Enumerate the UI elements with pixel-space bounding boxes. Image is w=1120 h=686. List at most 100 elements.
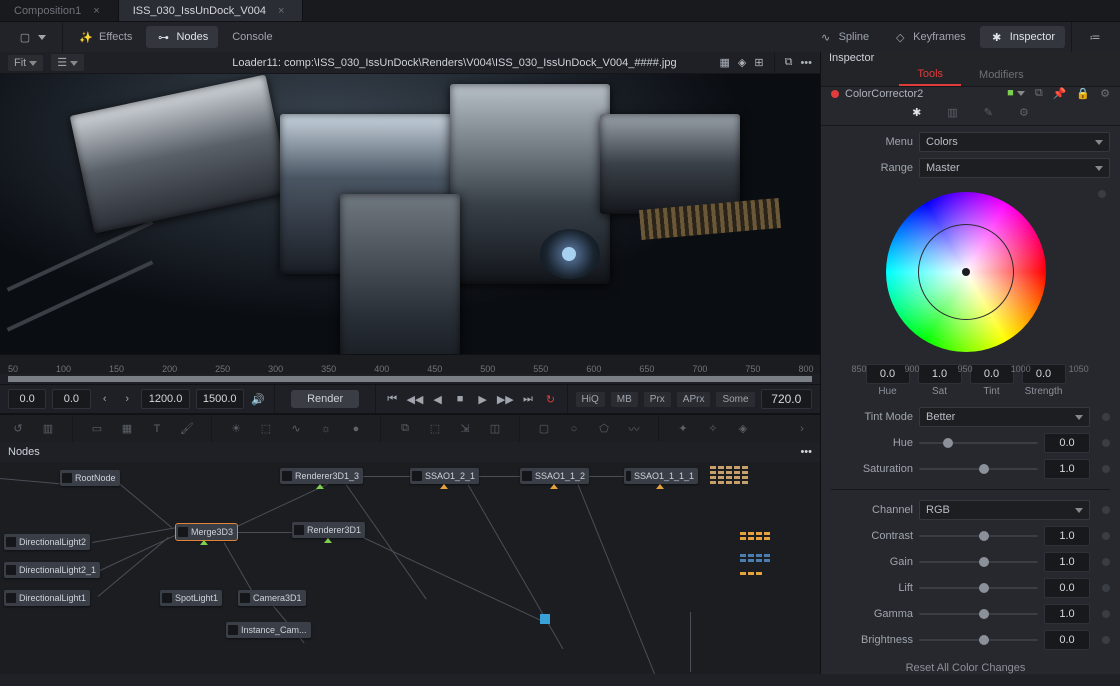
tint-value-field[interactable]: 0.0 xyxy=(970,364,1014,384)
settings-icon[interactable]: ⚙ xyxy=(1100,87,1110,100)
tool-ellipse-icon[interactable]: ○ xyxy=(566,421,582,437)
keyframe-dot[interactable] xyxy=(1102,439,1110,447)
reset-color-button[interactable]: Reset All Color Changes xyxy=(821,656,1110,680)
tintmode-select[interactable]: Better xyxy=(919,407,1090,427)
step-back-button[interactable]: ◀ xyxy=(429,389,445,409)
prev-frame-button[interactable]: ‹ xyxy=(97,389,113,409)
hue-slider[interactable] xyxy=(919,442,1038,444)
tool-loader-icon[interactable]: ↺ xyxy=(10,421,26,437)
keyframe-dot[interactable] xyxy=(1102,465,1110,473)
console-button[interactable]: Console xyxy=(222,27,282,47)
go-start-button[interactable]: ⏮ xyxy=(384,389,400,409)
gamma-field[interactable]: 1.0 xyxy=(1044,604,1090,624)
range-end-field[interactable]: 1500.0 xyxy=(196,389,244,409)
inspector-button[interactable]: ✱ Inspector xyxy=(980,26,1065,48)
fast-forward-button[interactable]: ▶▶ xyxy=(497,389,514,409)
range-select[interactable]: Master xyxy=(919,158,1110,178)
node-merge3d3[interactable]: Merge3D3 xyxy=(176,524,237,540)
sat-value-field[interactable]: 1.0 xyxy=(918,364,962,384)
current-frame[interactable]: 720.0 xyxy=(761,389,812,409)
keyframe-dot[interactable] xyxy=(1102,413,1110,421)
tool-paint-icon[interactable]: 🖌 xyxy=(179,421,195,437)
node-more-button[interactable]: › xyxy=(794,421,810,437)
node-spotlight1[interactable]: SpotLight1 xyxy=(160,590,222,606)
mode-curves-icon[interactable]: ✎ xyxy=(984,106,993,119)
tool-transform-icon[interactable]: ⬚ xyxy=(427,421,443,437)
viewer-more[interactable]: ••• xyxy=(800,57,812,69)
go-end-button[interactable]: ⏭ xyxy=(520,389,536,409)
mode-options-icon[interactable]: ⚙ xyxy=(1019,106,1029,119)
stop-button[interactable]: ■ xyxy=(452,389,468,409)
viewer-single[interactable]: ⧉ xyxy=(785,56,793,69)
tool-blur-icon[interactable]: ● xyxy=(348,421,364,437)
node-directionallight1[interactable]: DirectionalLight1 xyxy=(4,590,90,606)
tool-3d-icon[interactable]: ◈ xyxy=(735,421,751,437)
loop-button[interactable]: ↻ xyxy=(542,389,558,409)
tool-rect-icon[interactable]: ▢ xyxy=(536,421,552,437)
tool-merge-icon[interactable]: ⧉ xyxy=(397,421,413,437)
close-icon[interactable]: × xyxy=(278,5,284,17)
mb-toggle[interactable]: MB xyxy=(611,392,638,407)
keyframe-dot[interactable] xyxy=(1102,532,1110,540)
tool-bg-icon[interactable]: ▭ xyxy=(89,421,105,437)
tool-colorcurve-icon[interactable]: ∿ xyxy=(288,421,304,437)
menu-select[interactable]: Colors xyxy=(919,132,1110,152)
saturation-field[interactable]: 1.0 xyxy=(1044,459,1090,479)
node-camera3d1[interactable]: Camera3D1 xyxy=(238,590,306,606)
tool-saver-icon[interactable]: ▥ xyxy=(40,421,56,437)
lock-icon[interactable]: 🔒 xyxy=(1076,87,1090,100)
node-directionallight2[interactable]: DirectionalLight2 xyxy=(4,534,90,550)
audio-toggle[interactable]: 🔊 xyxy=(250,389,266,409)
gain-slider[interactable] xyxy=(919,561,1038,563)
keyframes-button[interactable]: ◇ Keyframes xyxy=(883,26,976,48)
enable-toggle-icon[interactable]: ■ xyxy=(1007,87,1025,100)
hue-field[interactable]: 0.0 xyxy=(1044,433,1090,453)
hue-value-field[interactable]: 0.0 xyxy=(866,364,910,384)
tab-modifiers[interactable]: Modifiers xyxy=(961,65,1042,85)
pin-icon[interactable]: 📌 xyxy=(1053,87,1067,100)
some-toggle[interactable]: Some xyxy=(716,392,754,407)
loop-in-field[interactable]: 0.0 xyxy=(52,389,90,409)
tool-matte-icon[interactable]: ◫ xyxy=(487,421,503,437)
node-ssao1-1-1-1[interactable]: SSAO1_1_1_1 xyxy=(624,468,698,484)
play-button[interactable]: ▶ xyxy=(474,389,490,409)
gain-field[interactable]: 1.0 xyxy=(1044,552,1090,572)
tool-poly-icon[interactable]: ⬠ xyxy=(596,421,612,437)
aprx-toggle[interactable]: APrx xyxy=(677,392,711,407)
tool-channel-icon[interactable]: ⬚ xyxy=(258,421,274,437)
tool-text-icon[interactable]: T xyxy=(149,421,165,437)
tab-tools[interactable]: Tools xyxy=(899,64,961,86)
nodes-button[interactable]: ⊶ Nodes xyxy=(146,26,218,48)
saturation-slider[interactable] xyxy=(919,468,1038,470)
tool-brightness-icon[interactable]: ☀ xyxy=(228,421,244,437)
node-graph[interactable]: RootNode DirectionalLight2 DirectionalLi… xyxy=(0,462,820,674)
options-button[interactable]: ≔ xyxy=(1078,26,1112,48)
view-menu-button[interactable]: ☰ xyxy=(51,54,84,71)
viewer-opt-b[interactable]: ◈ xyxy=(738,56,746,69)
brightness-slider[interactable] xyxy=(919,639,1038,641)
contrast-field[interactable]: 1.0 xyxy=(1044,526,1090,546)
node-ssao1-2-1[interactable]: SSAO1_2_1 xyxy=(410,468,479,484)
keyframe-dot[interactable] xyxy=(1102,506,1110,514)
color-wheel[interactable] xyxy=(886,192,1046,352)
node-rootnode[interactable]: RootNode xyxy=(60,470,120,486)
lift-slider[interactable] xyxy=(919,587,1038,589)
tool-huecurve-icon[interactable]: ☼ xyxy=(318,421,334,437)
node-ssao1-1-2[interactable]: SSAO1_1_2 xyxy=(520,468,589,484)
tool-fastnoise-icon[interactable]: ▦ xyxy=(119,421,135,437)
node-directionallight2-1[interactable]: DirectionalLight2_1 xyxy=(4,562,100,578)
timeline-track[interactable] xyxy=(8,376,812,382)
tool-prender-icon[interactable]: ✧ xyxy=(705,421,721,437)
tool-bspline-icon[interactable]: 〰 xyxy=(626,421,642,437)
brightness-field[interactable]: 0.0 xyxy=(1044,630,1090,650)
tab-composition1[interactable]: Composition1 × xyxy=(0,0,119,21)
keyframe-dot[interactable] xyxy=(1102,558,1110,566)
contrast-slider[interactable] xyxy=(919,535,1038,537)
viewer[interactable] xyxy=(0,74,820,354)
keyframe-dot[interactable] xyxy=(1098,190,1106,198)
next-frame-button[interactable]: › xyxy=(119,389,135,409)
tab-iss[interactable]: ISS_030_IssUnDock_V004 × xyxy=(119,0,304,21)
viewer-opt-a[interactable]: ▦ xyxy=(719,56,729,69)
node-renderer3d1-3[interactable]: Renderer3D1_3 xyxy=(280,468,363,484)
node-instance-cam[interactable]: Instance_Cam... xyxy=(226,622,311,638)
